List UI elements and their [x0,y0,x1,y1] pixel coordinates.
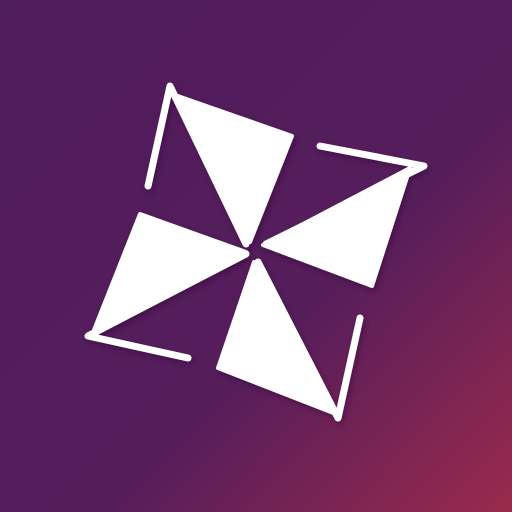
pinwheel-blade-bottom [216,260,338,416]
pinwheel-blade-left [92,212,248,332]
app-icon [0,0,512,512]
pinwheel-logo-icon [84,82,428,422]
